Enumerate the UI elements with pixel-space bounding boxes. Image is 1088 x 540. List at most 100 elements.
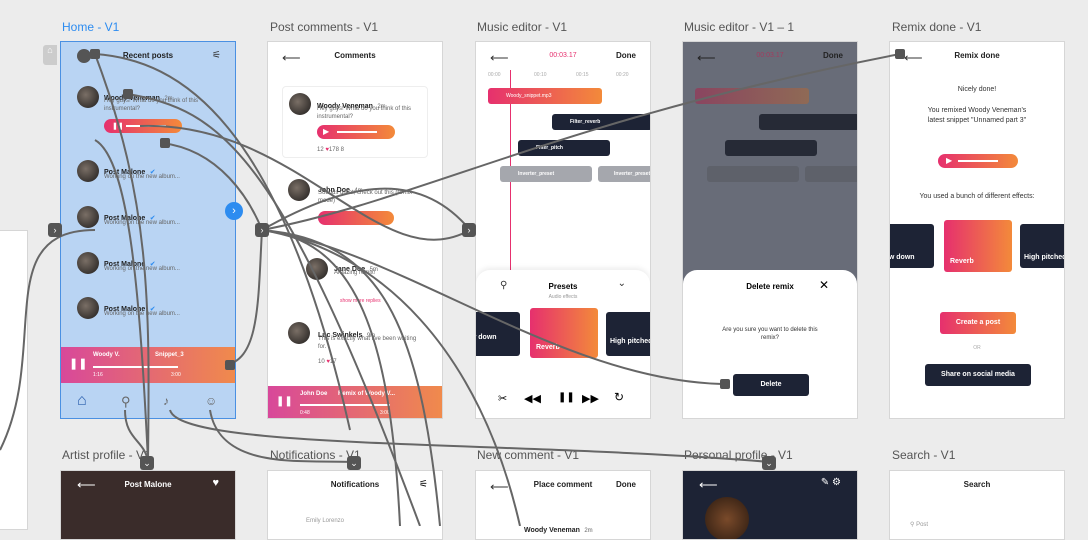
avatar [77, 297, 99, 319]
wire-node[interactable] [123, 89, 133, 99]
search-frame[interactable]: Search ⚲ Post [889, 470, 1065, 540]
or-divider: OR [973, 345, 981, 351]
done-button[interactable]: Done [616, 480, 636, 489]
chevron-down-icon[interactable]: ⌄ [762, 456, 776, 470]
frame-label-home[interactable]: Home - V1 [62, 20, 119, 34]
preset-chip[interactable]: High pitched [606, 312, 650, 356]
wire-node[interactable] [90, 49, 100, 59]
done-button[interactable]: Done [616, 51, 636, 60]
editor-frame[interactable]: ⟵ 00:03.17 Done 00:00 00:10 00:15 00:20 … [475, 41, 651, 419]
wire-node[interactable] [160, 138, 170, 148]
search-input[interactable]: ⚲ Post [910, 521, 928, 529]
home-icon[interactable]: ⌂ [77, 392, 87, 410]
effect-chip: Slow down [890, 224, 934, 268]
effect-track[interactable]: Inverter_preset [500, 166, 592, 182]
comment-text: This is exactly what I've been waiting f… [318, 336, 417, 350]
player-total: 3:00 [380, 410, 390, 416]
audio-track[interactable]: Woody_snippet.mp3 [488, 88, 602, 104]
back-arrow-icon[interactable]: ⟵ [699, 477, 718, 493]
filter-icon[interactable]: ⚟ [212, 50, 221, 61]
frame-label-search[interactable]: Search - V1 [892, 448, 955, 462]
effect-track[interactable]: Filter_reverb [552, 114, 650, 130]
chevron-down-icon[interactable]: ⌄ [618, 278, 626, 289]
back-arrow-icon[interactable]: ⟵ [904, 50, 923, 66]
preset-chip-selected[interactable]: Reverb [530, 308, 598, 358]
personal-frame[interactable]: ⟵ ✎ ⚙ [682, 470, 858, 540]
bell-icon[interactable]: ♪ [163, 394, 169, 408]
frame-label-remix[interactable]: Remix done - V1 [892, 20, 981, 34]
filter-icon[interactable]: ⚟ [419, 479, 428, 490]
done-button[interactable]: Done [823, 51, 843, 60]
profile-icon[interactable]: ☺ [205, 394, 217, 408]
rewind-icon[interactable]: ◀◀ [524, 392, 541, 405]
back-arrow-icon[interactable]: ⟵ [490, 479, 509, 495]
close-icon[interactable]: ✕ [819, 278, 829, 292]
show-more-link[interactable]: show more replies [340, 298, 381, 304]
comment-stats: 10 ♥17 [318, 359, 337, 365]
preset-chip[interactable]: Slow down [476, 312, 520, 356]
create-post-button[interactable]: Create a post [940, 312, 1016, 334]
notifications-frame[interactable]: Notifications ⚟ Emily Lorenzo [267, 470, 443, 540]
chevron-down-icon[interactable]: ⌄ [347, 456, 361, 470]
wire-node[interactable] [895, 49, 905, 59]
scissors-icon[interactable]: ✂ [498, 392, 507, 405]
artist-name: Post Malone [124, 480, 172, 489]
avatar[interactable] [77, 49, 91, 63]
player-track: Remix of Woody V... [338, 391, 396, 397]
frame-label-artist[interactable]: Artist profile - V1 [62, 448, 151, 462]
wire-node[interactable] [225, 360, 235, 370]
remix-description: You remixed Woody Veneman's latest snipp… [927, 107, 1027, 124]
now-playing-bar[interactable]: ❚❚ John Doe Remix of Woody V... 0:48 3:0… [268, 386, 442, 418]
frame-label-editor[interactable]: Music editor - V1 [477, 20, 567, 34]
now-playing-bar[interactable]: ❚❚ Woody V. Snippet_3 1:16 3:00 [61, 347, 235, 383]
effect-track[interactable]: Inverter_preset [598, 166, 650, 182]
audio-player-pill[interactable]: ▶ [317, 125, 395, 139]
wire-node[interactable] [720, 379, 730, 389]
frame-label-personal[interactable]: Personal profile - V1 [684, 448, 793, 462]
delete-button[interactable]: Delete [733, 374, 809, 396]
chevron-right-icon[interactable]: › [48, 223, 62, 237]
edit-icon[interactable]: ✎ ⚙ [821, 477, 841, 488]
avatar [77, 252, 99, 274]
frame-label-editor2[interactable]: Music editor - V1 – 1 [684, 20, 794, 34]
share-button[interactable]: Share on social media [925, 364, 1031, 386]
home-frame[interactable]: Recent posts ⚟ Woody Veneman 2m Hey guys… [60, 41, 236, 419]
newcomment-frame[interactable]: Place comment ⟵ Done Woody Veneman 2m [475, 470, 651, 540]
pause-icon[interactable]: ❚❚ [276, 396, 293, 407]
tick-label: 00:10 [534, 72, 547, 78]
post-text: Working on the new album... [104, 311, 180, 317]
comments-frame[interactable]: Comments ⟵ Woody Veneman 2m Hey guys! Wh… [267, 41, 443, 419]
home-flag-icon[interactable]: ⌂ [43, 45, 57, 65]
audio-player-pill[interactable]: ❚❚ [104, 119, 182, 133]
connection-handle-icon[interactable]: › [225, 202, 243, 220]
audio-player-pill[interactable]: ▶ [938, 154, 1018, 168]
remix-frame[interactable]: Remix done ⟵ Nicely done! You remixed Wo… [889, 41, 1065, 419]
chevron-right-icon[interactable]: › [255, 223, 269, 237]
pause-icon[interactable]: ❚❚ [558, 392, 575, 403]
presets-subtitle[interactable]: Audio effects [476, 294, 650, 300]
effect-track[interactable]: Filter_pitch [518, 140, 610, 156]
chevron-down-icon[interactable]: ⌄ [140, 456, 154, 470]
editor2-frame[interactable]: ⟵ 00:03.17 Done Delete remix ✕ Are you s… [682, 41, 858, 419]
pause-icon[interactable]: ❚❚ [69, 357, 87, 370]
heart-icon[interactable]: ♥ [212, 477, 219, 489]
artist-frame[interactable]: ⟵ Post Malone ♥ [60, 470, 236, 540]
player-elapsed: 0:48 [300, 410, 310, 416]
effects-heading: You used a bunch of different effects: [919, 193, 1035, 200]
back-arrow-icon[interactable]: ⟵ [282, 50, 301, 66]
post-text: Working on the new album... [104, 220, 180, 226]
effect-chip: High pitched [1020, 224, 1064, 268]
repeat-icon[interactable]: ↻ [614, 390, 624, 404]
notification-item[interactable]: Emily Lorenzo [306, 517, 344, 525]
frame-label-newcomment[interactable]: New comment - V1 [477, 448, 579, 462]
player-track: Snippet_3 [155, 352, 184, 358]
audio-player-pill[interactable] [318, 211, 394, 225]
avatar [288, 322, 310, 344]
search-icon[interactable]: ⚲ [121, 394, 131, 410]
avatar [289, 93, 311, 115]
reply-text: Amazing remix! [334, 270, 376, 276]
fast-forward-icon[interactable]: ▶▶ [582, 392, 599, 405]
chevron-right-icon[interactable]: › [462, 223, 476, 237]
frame-label-comments[interactable]: Post comments - V1 [270, 20, 378, 34]
presets-sheet: ⚲ Presets Audio effects ⌄ Slow down Reve… [476, 270, 650, 418]
